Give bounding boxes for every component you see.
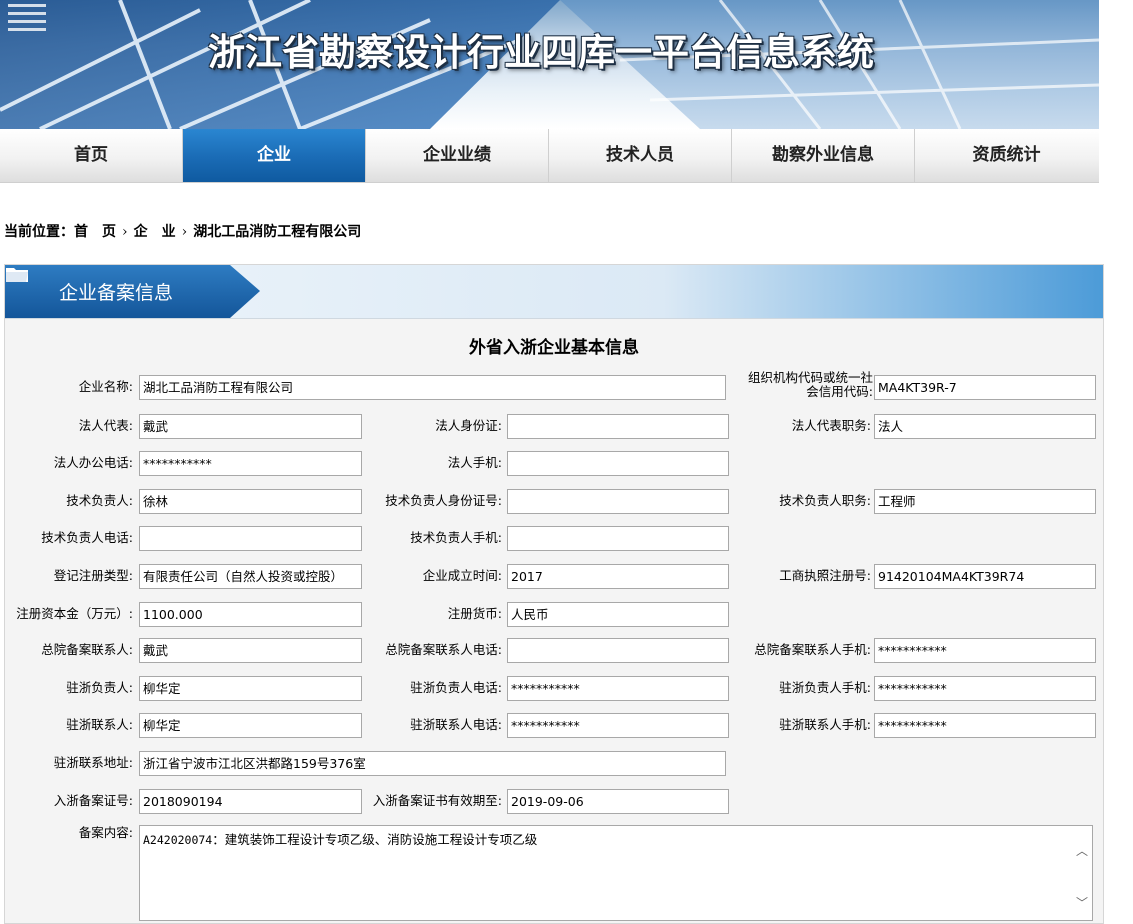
tech-lead-field[interactable]: 徐林 [139,489,362,514]
record-content-code: A242020074 [143,833,213,847]
nav-qualification-stats[interactable]: 资质统计 [915,129,1098,182]
hq-contact-mobile-field[interactable]: *********** [874,638,1096,663]
legal-title-field[interactable]: 法人 [874,414,1096,439]
currency-field[interactable]: 人民币 [507,602,729,627]
zj-lead-mobile-label: 驻浙负责人手机: [779,680,871,695]
legal-id-field[interactable] [507,414,729,439]
breadcrumb-separator: › [122,224,128,240]
nav-survey-field-info[interactable]: 勘察外业信息 [732,129,915,182]
header-banner: 浙江省勘察设计行业四库一平台信息系统 [0,0,1099,129]
scroll-down-icon[interactable]: ﹀ [1075,896,1089,910]
legal-mobile-field[interactable] [507,451,729,476]
reg-type-field[interactable]: 有限责任公司（自然人投资或控股） [139,564,362,589]
tech-title-field[interactable]: 工程师 [874,489,1096,514]
reg-capital-label: 注册资本金（万元）: [16,606,133,621]
hq-contact-field[interactable]: 戴武 [139,638,362,663]
record-no-field[interactable]: 2018090194 [139,789,362,814]
zj-lead-mobile-field[interactable]: *********** [874,676,1096,701]
nav-technical-staff[interactable]: 技术人员 [549,129,732,182]
company-name-label: 企业名称: [78,379,133,394]
legal-title-label: 法人代表职务: [791,418,871,433]
panel-tab: 企业备案信息 [5,265,260,318]
record-valid-label: 入浙备案证书有效期至: [372,793,502,808]
record-valid-field[interactable]: 2019-09-06 [507,789,729,814]
legal-id-label: 法人身份证: [435,418,502,433]
panel-header: 企业备案信息 [5,265,1103,319]
org-code-label: 组织机构代码或统一社会信用代码: [747,370,873,399]
zj-address-field[interactable]: 浙江省宁波市江北区洪都路159号376室 [139,751,726,776]
zj-lead-field[interactable]: 柳华定 [139,676,362,701]
legal-rep-field[interactable]: 戴武 [139,414,362,439]
record-content-textarea[interactable]: A242020074：建筑装饰工程设计专项乙级、消防设施工程设计专项乙级 ︿ ﹀ [139,825,1093,921]
zj-contact-phone-label: 驻浙联系人电话: [410,717,502,732]
record-content-label: 备案内容: [78,825,133,840]
nav-enterprise[interactable]: 企业 [183,129,366,182]
legal-phone-field[interactable]: *********** [139,451,362,476]
tech-id-label: 技术负责人身份证号: [385,493,502,508]
breadcrumb-enterprise[interactable]: 企 业 [134,224,176,240]
org-code-field[interactable]: MA4KT39R-7 [874,375,1096,400]
legal-phone-label: 法人办公电话: [53,455,133,470]
folder-icon [6,268,28,282]
enterprise-record-panel: 企业备案信息 外省入浙企业基本信息 企业名称: 湖北工品消防工程有限公司 组织机… [4,264,1104,924]
zj-contact-field[interactable]: 柳华定 [139,713,362,738]
tech-mobile-field[interactable] [507,526,729,551]
breadcrumb-home[interactable]: 首 页 [74,224,116,240]
tech-title-label: 技术负责人职务: [779,493,871,508]
breadcrumb-current: 湖北工品消防工程有限公司 [193,224,362,240]
zj-contact-mobile-field[interactable]: *********** [874,713,1096,738]
legal-rep-label: 法人代表: [78,418,133,433]
tech-mobile-label: 技术负责人手机: [410,530,502,545]
zj-lead-label: 驻浙负责人: [66,680,133,695]
zj-contact-mobile-label: 驻浙联系人手机: [779,717,871,732]
hq-contact-label: 总院备案联系人: [41,642,133,657]
currency-label: 注册货币: [447,606,502,621]
nav-enterprise-performance[interactable]: 企业业绩 [366,129,549,182]
record-content-text: ：建筑装饰工程设计专项乙级、消防设施工程设计专项乙级 [212,832,538,847]
panel-title: 企业备案信息 [59,282,174,304]
tech-lead-label: 技术负责人: [66,493,133,508]
main-nav: 首页 企业 企业业绩 技术人员 勘察外业信息 资质统计 [0,129,1099,183]
biz-license-field[interactable]: 91420104MA4KT39R74 [874,564,1096,589]
zj-address-label: 驻浙联系地址: [53,755,133,770]
hq-contact-phone-label: 总院备案联系人电话: [385,642,502,657]
company-name-field[interactable]: 湖北工品消防工程有限公司 [139,375,726,400]
form-title: 外省入浙企业基本信息 [469,338,639,358]
scroll-up-icon[interactable]: ︿ [1075,844,1089,858]
breadcrumb-label: 当前位置： [4,224,74,240]
site-title: 浙江省勘察设计行业四库一平台信息系统 [208,30,874,74]
tech-id-field[interactable] [507,489,729,514]
hq-contact-phone-field[interactable] [507,638,729,663]
zj-lead-phone-field[interactable]: *********** [507,676,729,701]
zj-lead-phone-label: 驻浙负责人电话: [410,680,502,695]
tech-phone-label: 技术负责人电话: [41,530,133,545]
breadcrumb: 当前位置：首 页 › 企 业 › 湖北工品消防工程有限公司 [4,221,361,241]
tech-phone-field[interactable] [139,526,362,551]
reg-type-label: 登记注册类型: [53,568,133,583]
record-no-label: 入浙备案证号: [53,793,133,808]
zj-contact-label: 驻浙联系人: [66,717,133,732]
founded-label: 企业成立时间: [422,568,502,583]
hq-contact-mobile-label: 总院备案联系人手机: [754,642,871,657]
nav-home[interactable]: 首页 [0,129,183,182]
reg-capital-field[interactable]: 1100.000 [139,602,362,627]
founded-field[interactable]: 2017 [507,564,729,589]
legal-mobile-label: 法人手机: [447,455,502,470]
biz-license-label: 工商执照注册号: [779,568,871,583]
breadcrumb-separator: › [181,224,188,240]
zj-contact-phone-field[interactable]: *********** [507,713,729,738]
